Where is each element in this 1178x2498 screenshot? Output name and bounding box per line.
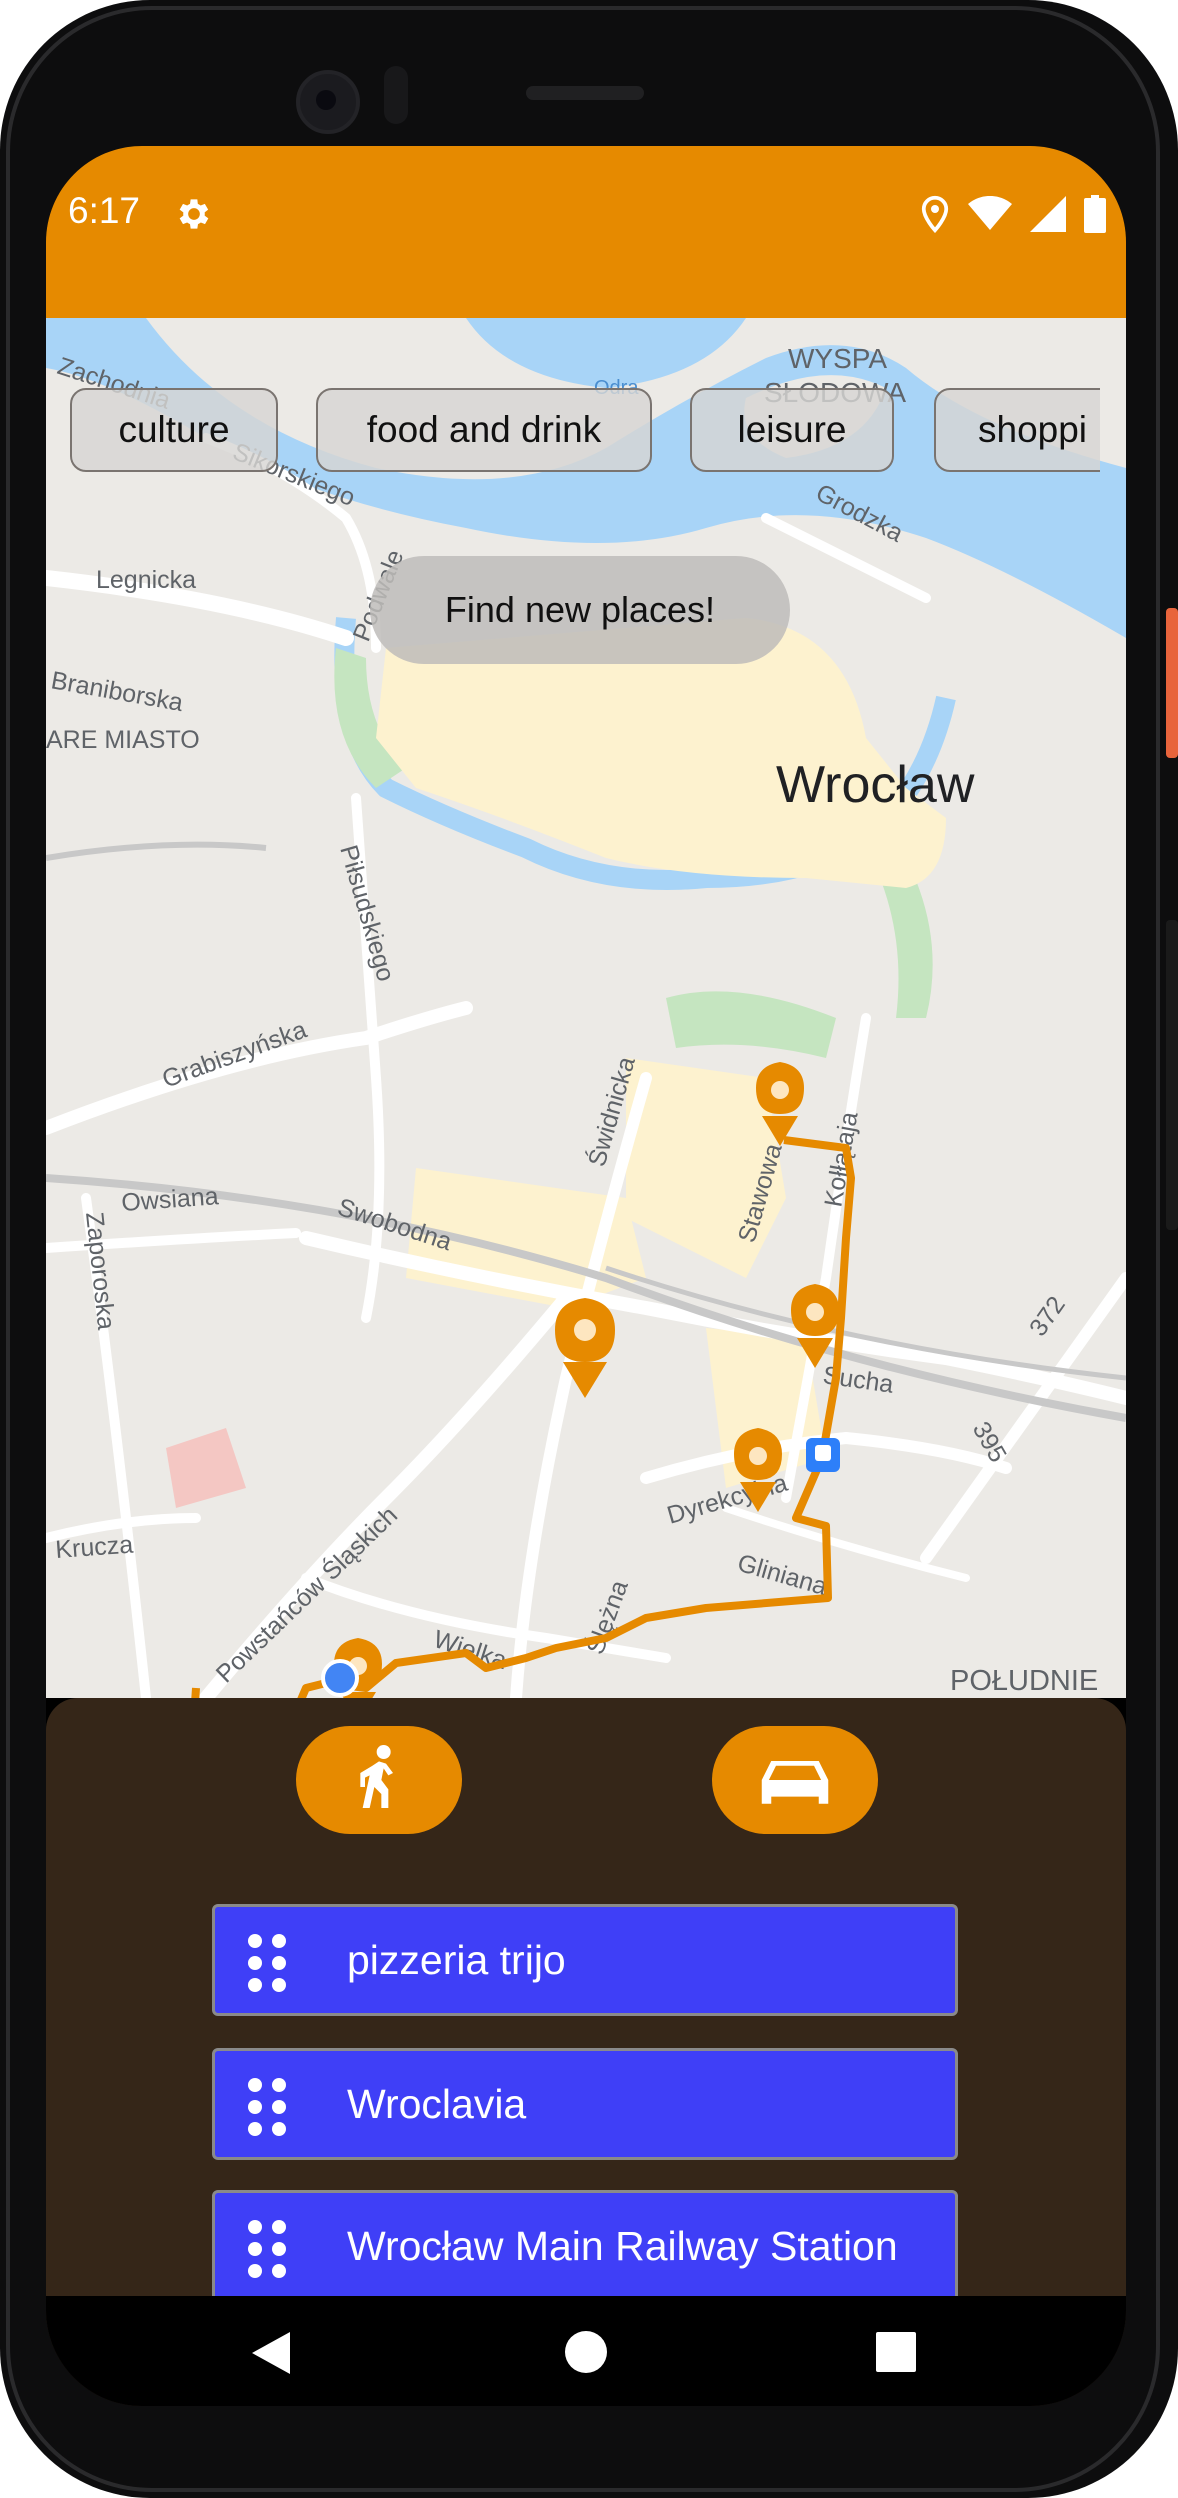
label-krucza: Krucza <box>54 1531 134 1564</box>
place-item[interactable]: Wrocław Main Railway Station <box>212 2190 958 2302</box>
rail-line-3 <box>46 841 267 861</box>
current-location-dot <box>321 1659 359 1697</box>
place-label: Wroclavia <box>347 2081 527 2127</box>
power-button <box>1166 608 1178 758</box>
label-wroclaw: Wrocław <box>776 756 975 814</box>
label-legnicka: Legnicka <box>96 566 196 594</box>
front-camera <box>296 70 360 134</box>
road-372 <box>920 1272 1126 1564</box>
label-owsiana: Owsiana <box>120 1182 219 1217</box>
wifi-icon <box>968 196 1012 230</box>
volume-button <box>1166 920 1178 1230</box>
walk-mode-button[interactable] <box>296 1726 462 1834</box>
label-poludnie: POŁUDNIE <box>950 1665 1098 1697</box>
earpiece-speaker <box>526 86 644 100</box>
phone-frame: 6:17 Zachodnia WYSPA Sikorskiego Grodzka… <box>0 0 1178 2498</box>
screen: 6:17 Zachodnia WYSPA Sikorskiego Grodzka… <box>46 146 1126 2406</box>
train-station-icon-inner <box>815 1445 831 1461</box>
location-icon <box>921 195 949 233</box>
chip-culture[interactable]: culture <box>70 388 278 472</box>
drag-handle-icon[interactable] <box>245 1933 289 1993</box>
chip-leisure[interactable]: leisure <box>690 388 894 472</box>
find-new-places-button[interactable]: Find new places! <box>370 556 790 664</box>
road-grabiszynska <box>46 1001 473 1135</box>
map-canvas[interactable]: Zachodnia Odra WYSPA SŁODOWA Sikorskiego… <box>46 318 1126 1698</box>
category-chips: culture food and drink leisure shoppi <box>70 388 1100 476</box>
navigation-bar <box>46 2296 1126 2406</box>
signal-icon <box>1030 196 1066 232</box>
label-stare-miasto: ARE MIASTO <box>46 726 200 754</box>
label-kollataja: Kołłątaja <box>819 1110 863 1209</box>
status-time: 6:17 <box>68 190 141 231</box>
marker-dot <box>574 1319 596 1341</box>
chip-food-and-drink[interactable]: food and drink <box>316 388 652 472</box>
gear-icon <box>179 199 209 229</box>
car-icon <box>761 1761 829 1804</box>
park-south <box>666 991 836 1058</box>
proximity-sensor <box>384 66 408 124</box>
drag-handle-icon[interactable] <box>245 2077 289 2137</box>
label-372: 372 <box>1024 1291 1071 1341</box>
place-item[interactable]: pizzeria trijo <box>212 1904 958 2016</box>
battery-icon <box>1084 195 1106 233</box>
place-label: pizzeria trijo <box>347 1937 566 1983</box>
label-gliniana: Gliniana <box>734 1549 830 1601</box>
label-wyspa: WYSPA <box>788 343 887 374</box>
recents-icon[interactable] <box>876 2332 916 2372</box>
marker-dot <box>806 1303 824 1321</box>
marker-dot <box>749 1447 767 1465</box>
map-view[interactable]: Zachodnia Odra WYSPA SŁODOWA Sikorskiego… <box>46 318 1126 1698</box>
red-area <box>166 1428 246 1508</box>
marker-dot <box>771 1081 789 1099</box>
back-icon[interactable] <box>252 2332 290 2374</box>
drag-handle-icon[interactable] <box>245 2219 289 2279</box>
home-icon[interactable] <box>564 2330 608 2374</box>
chip-shopping[interactable]: shoppi <box>934 388 1100 472</box>
label-pilsudskiego: Piłsudskiego <box>334 842 400 985</box>
status-bar: 6:17 <box>46 146 1126 318</box>
label-braniborska: Braniborska <box>49 666 185 717</box>
label-zaporoska: Zaporoska <box>80 1211 120 1331</box>
place-item[interactable]: Wroclavia <box>212 2048 958 2160</box>
place-label: Wrocław Main Railway Station <box>347 2223 898 2269</box>
walk-icon <box>360 1745 393 1808</box>
status-icons <box>920 194 1106 234</box>
car-mode-button[interactable] <box>712 1726 878 1834</box>
